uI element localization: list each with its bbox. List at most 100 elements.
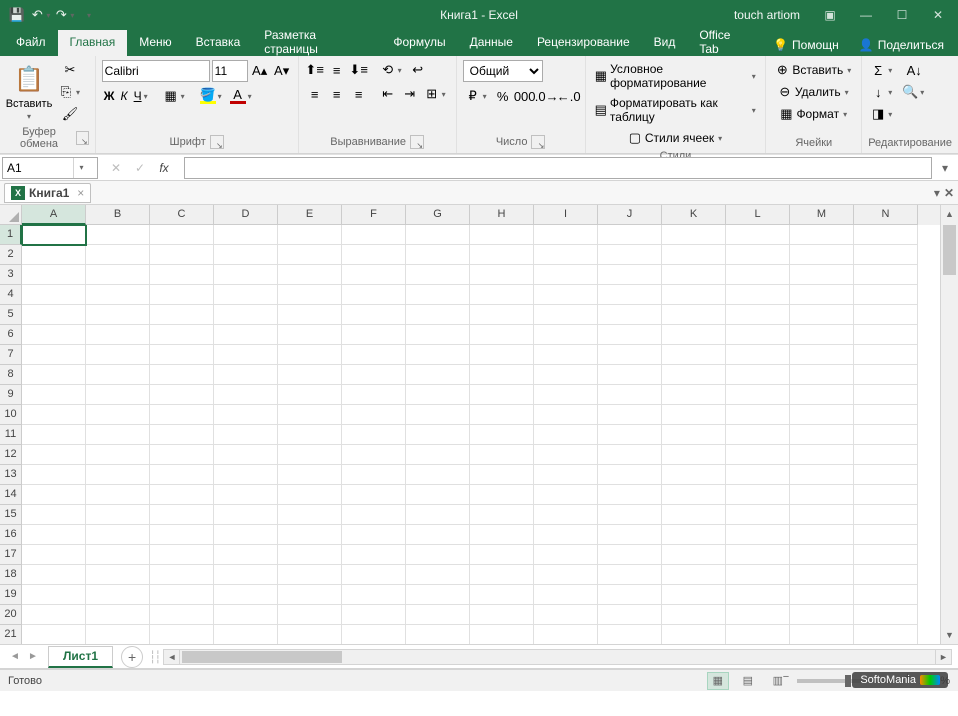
cell[interactable] — [150, 445, 214, 465]
cell[interactable] — [214, 445, 278, 465]
cell[interactable] — [278, 545, 342, 565]
cell[interactable] — [534, 485, 598, 505]
column-header[interactable]: F — [342, 205, 406, 225]
cell[interactable] — [22, 385, 86, 405]
cell[interactable] — [662, 585, 726, 605]
cell[interactable] — [342, 325, 406, 345]
cell[interactable] — [150, 625, 214, 645]
increase-font-button[interactable]: A▴ — [250, 61, 270, 81]
cell[interactable] — [342, 365, 406, 385]
row-header[interactable]: 13 — [0, 465, 22, 485]
cell[interactable] — [150, 525, 214, 545]
scroll-down-button[interactable]: ▼ — [941, 626, 958, 644]
cell[interactable] — [86, 445, 150, 465]
cell[interactable] — [790, 345, 854, 365]
cell[interactable] — [22, 365, 86, 385]
cell[interactable] — [598, 305, 662, 325]
row-header[interactable]: 7 — [0, 345, 22, 365]
cell[interactable] — [854, 365, 918, 385]
cell[interactable] — [726, 565, 790, 585]
cell[interactable] — [854, 565, 918, 585]
cell[interactable] — [726, 585, 790, 605]
cell[interactable] — [406, 445, 470, 465]
cell[interactable] — [534, 605, 598, 625]
cell[interactable] — [342, 605, 406, 625]
cell[interactable] — [342, 625, 406, 645]
cell[interactable] — [214, 585, 278, 605]
format-painter-button[interactable]: 🖌 — [56, 104, 84, 124]
align-top-button[interactable]: ⬆≡ — [305, 60, 325, 80]
cell[interactable] — [342, 445, 406, 465]
decrease-font-button[interactable]: A▾ — [272, 61, 292, 81]
cell[interactable] — [406, 425, 470, 445]
cell[interactable] — [342, 525, 406, 545]
row-header[interactable]: 17 — [0, 545, 22, 565]
cell[interactable] — [150, 305, 214, 325]
cell[interactable] — [342, 265, 406, 285]
row-header[interactable]: 16 — [0, 525, 22, 545]
cell[interactable] — [278, 325, 342, 345]
cell[interactable] — [86, 585, 150, 605]
cell[interactable] — [406, 505, 470, 525]
cell[interactable] — [598, 545, 662, 565]
font-name-combo[interactable] — [102, 60, 210, 82]
cell[interactable] — [662, 465, 726, 485]
cell[interactable] — [278, 505, 342, 525]
cell[interactable] — [214, 465, 278, 485]
cell[interactable] — [214, 485, 278, 505]
vertical-scroll-thumb[interactable] — [943, 225, 956, 275]
save-button[interactable]: 💾 — [6, 4, 28, 26]
cell[interactable] — [214, 265, 278, 285]
cell[interactable] — [406, 605, 470, 625]
cell[interactable] — [470, 405, 534, 425]
clipboard-dialog-launcher[interactable] — [76, 131, 89, 145]
column-header[interactable]: I — [534, 205, 598, 225]
cell[interactable] — [214, 345, 278, 365]
column-header[interactable]: C — [150, 205, 214, 225]
format-cells-button[interactable]: ▦Формат▾ — [772, 104, 855, 124]
cell[interactable] — [790, 545, 854, 565]
cell[interactable] — [662, 425, 726, 445]
cell[interactable] — [150, 245, 214, 265]
cell[interactable] — [214, 605, 278, 625]
cell[interactable] — [854, 525, 918, 545]
cell[interactable] — [406, 385, 470, 405]
row-header[interactable]: 9 — [0, 385, 22, 405]
font-color-button[interactable]: A▾ — [228, 86, 256, 106]
cell[interactable] — [22, 345, 86, 365]
increase-indent-button[interactable]: ⇥ — [400, 84, 420, 104]
cell[interactable] — [150, 545, 214, 565]
cell[interactable] — [470, 285, 534, 305]
row-header[interactable]: 12 — [0, 445, 22, 465]
cell[interactable] — [598, 445, 662, 465]
cell[interactable] — [22, 305, 86, 325]
merge-button[interactable]: ⊞▾ — [422, 84, 450, 104]
cell[interactable] — [470, 445, 534, 465]
cell[interactable] — [598, 425, 662, 445]
scroll-left-button[interactable]: ◄ — [164, 650, 180, 664]
cell[interactable] — [854, 425, 918, 445]
bold-button[interactable]: Ж — [102, 87, 117, 105]
cell[interactable] — [662, 565, 726, 585]
name-box-dropdown[interactable]: ▾ — [73, 158, 89, 178]
cell[interactable] — [214, 625, 278, 645]
cell[interactable] — [726, 545, 790, 565]
cell[interactable] — [598, 265, 662, 285]
column-header[interactable]: J — [598, 205, 662, 225]
cell[interactable] — [854, 325, 918, 345]
cell[interactable] — [342, 565, 406, 585]
cell[interactable] — [214, 525, 278, 545]
cell[interactable] — [854, 345, 918, 365]
row-header[interactable]: 8 — [0, 365, 22, 385]
cell[interactable] — [278, 285, 342, 305]
cell[interactable] — [278, 625, 342, 645]
row-header[interactable]: 21 — [0, 625, 22, 645]
scroll-up-button[interactable]: ▲ — [941, 205, 958, 223]
normal-view-button[interactable]: ▦ — [707, 672, 729, 690]
column-header[interactable]: L — [726, 205, 790, 225]
minimize-button[interactable]: — — [850, 1, 882, 29]
cell[interactable] — [534, 265, 598, 285]
cell[interactable] — [150, 605, 214, 625]
cell[interactable] — [790, 585, 854, 605]
cell[interactable] — [342, 385, 406, 405]
